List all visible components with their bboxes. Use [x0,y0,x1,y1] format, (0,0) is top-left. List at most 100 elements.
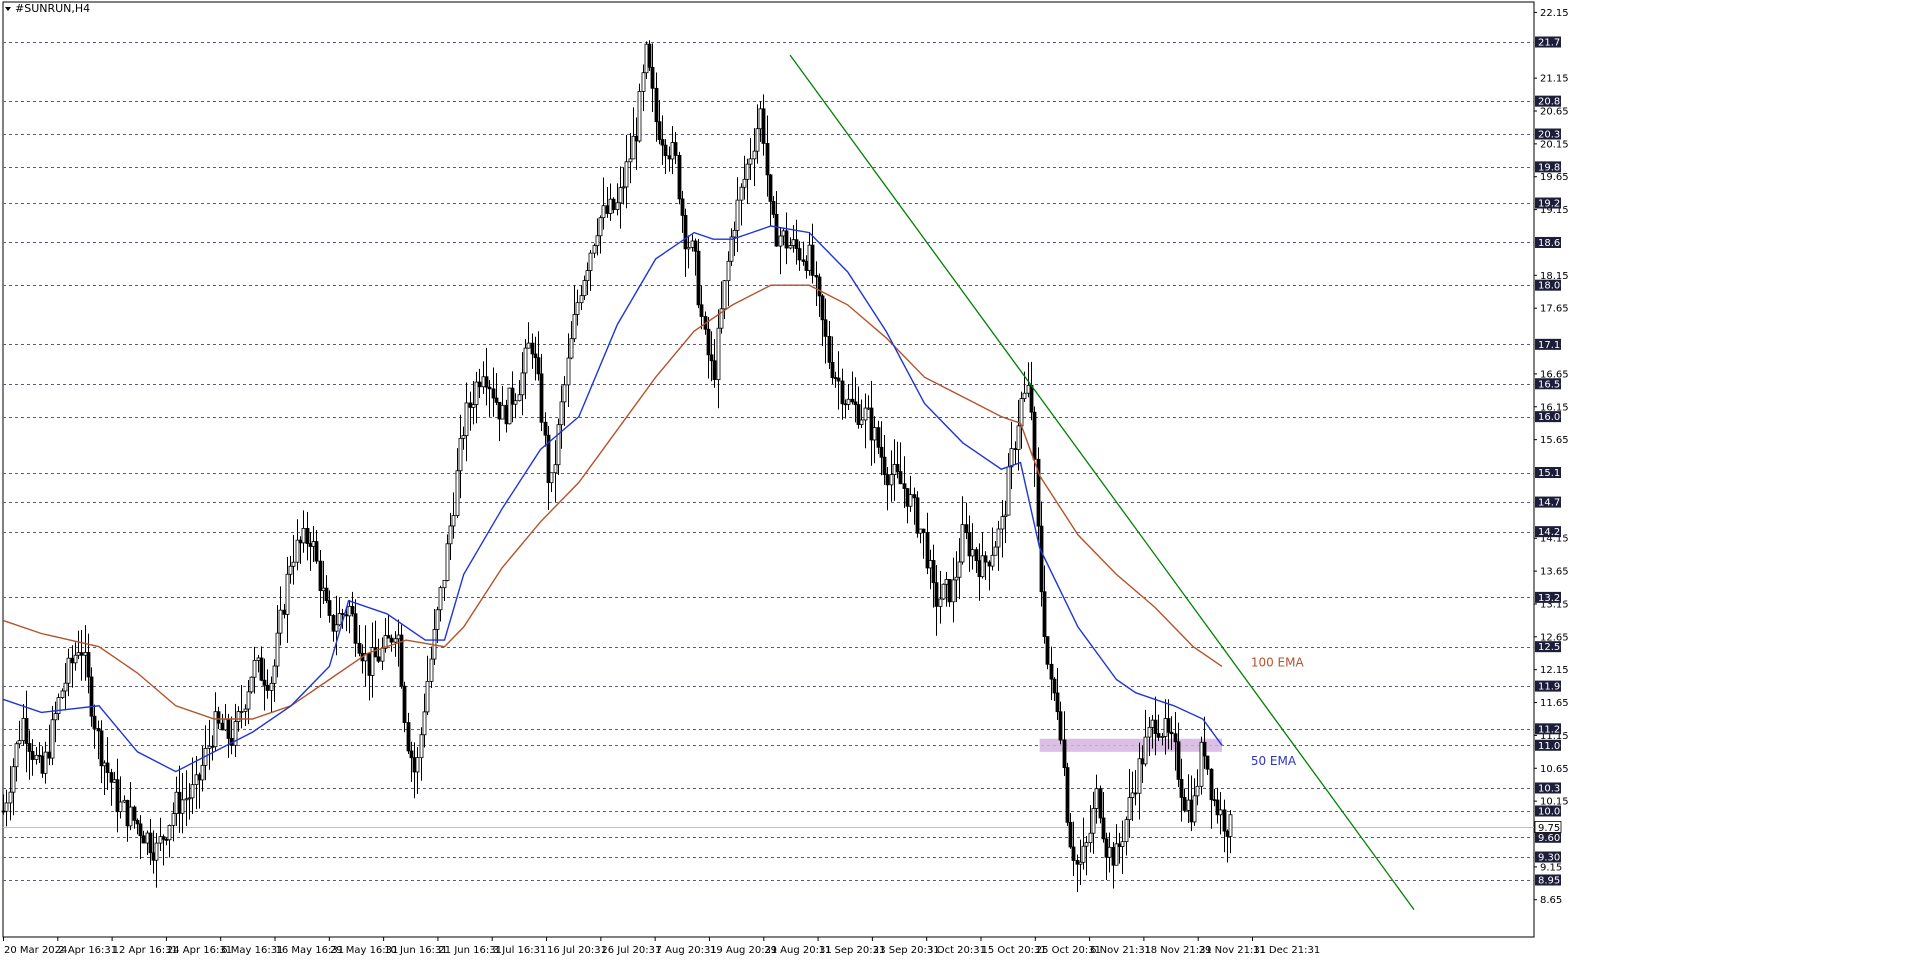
candle-body [784,230,789,249]
candle-body [996,528,1001,548]
candle-body [37,754,42,757]
price-level-label: 19.80 [1538,162,1567,173]
price-chart[interactable]: 100 EMA50 EMA 22.1521.1520.6520.1519.651… [0,0,1916,963]
candle-body [938,598,943,607]
candle-body [768,174,773,202]
candle-body [190,784,195,799]
candle-body [739,186,744,201]
price-level-label: 17.10 [1538,340,1567,351]
candle-body [278,609,283,634]
candle-body [243,708,248,712]
candle-body [579,295,584,304]
candle-body [549,472,554,484]
candle-body [814,274,819,278]
y-tick-label: 20.15 [1540,139,1569,150]
candle-body [314,541,319,562]
candle-body [282,609,287,615]
y-tick-label: 10.65 [1540,764,1569,775]
candle-body [556,424,561,466]
candle-body [582,280,587,297]
candle-body [259,657,264,681]
candle-body [138,823,143,837]
candle-body [347,605,352,617]
candle-body [83,652,88,656]
candle-body [902,483,907,489]
candle-body [158,836,163,844]
candle-body [592,245,597,254]
candle-body [866,407,871,410]
candle-body [1166,718,1171,733]
candle-body [1156,733,1161,738]
candle-body [21,717,26,742]
price-level-label: 10.00 [1538,806,1567,817]
symbol-title: #SUNRUN,H4 [15,2,90,15]
candle-body [442,580,447,589]
candle-body [425,680,430,713]
candle-body [210,745,215,748]
candle-body [386,635,391,639]
candle-body [1091,808,1096,834]
price-level-label: 11.00 [1538,741,1567,752]
candle-body [1075,860,1080,865]
candle-body [47,751,52,759]
candle-body [1000,516,1005,530]
y-tick-label: 22.15 [1540,8,1569,19]
candle-body [771,201,776,215]
candle-body [1163,718,1168,737]
price-level-label: 19.25 [1538,199,1567,210]
candle-body [1117,843,1122,847]
candle-body [376,656,381,662]
candle-body [539,373,544,423]
candle-body [151,852,156,861]
candle-body [484,376,489,388]
candle-body [856,404,861,425]
candle-body [879,446,884,458]
candle-body [17,740,22,745]
chart-window[interactable]: 100 EMA 50 EMA 22.15 21.15 20.65 20.15 19.65 1… [0,0,1916,963]
candle-body [236,711,241,722]
price-level-label: 14.70 [1538,498,1567,509]
candle-body [823,319,828,337]
candle-body [1147,726,1152,738]
y-tick-label: 8.65 [1540,895,1562,906]
candle-body [530,342,535,355]
candle-body [1140,758,1145,765]
candle-body [34,754,39,760]
candle-body [1029,385,1034,413]
candle-body [634,135,639,142]
candle-body [246,691,251,710]
x-tick-label: 3 Oct 20:31 [927,945,986,956]
candle-body [223,718,228,731]
candle-body [513,400,518,405]
price-level-label: 15.15 [1538,468,1567,479]
candle-body [213,711,218,748]
candle-body [510,387,515,405]
candle-body [409,750,414,759]
candle-body [298,539,303,544]
candle-body [677,155,682,200]
candle-body [774,213,779,247]
candle-body [288,565,293,575]
candle-body [543,421,548,436]
candle-body [778,235,783,247]
candle-body [43,751,48,774]
candle-body [1013,448,1018,450]
candle-body [788,245,793,249]
candle-body [1143,736,1148,765]
candle-body [327,600,332,616]
candle-body [964,524,969,534]
candle-body [86,652,91,678]
candle-body [1186,799,1191,811]
candle-body [941,583,946,600]
candle-body [1111,846,1116,866]
candle-body [641,72,646,92]
candle-body [477,381,482,388]
candle-body [918,528,923,534]
y-tick-label: 21.15 [1540,74,1569,85]
candle-body [647,43,652,68]
candle-body [135,819,140,825]
x-tick-label: 11 Dec 21:31 [1253,945,1320,956]
candle-body [481,376,486,388]
candle-body [611,198,616,210]
candle-body [1150,719,1155,728]
